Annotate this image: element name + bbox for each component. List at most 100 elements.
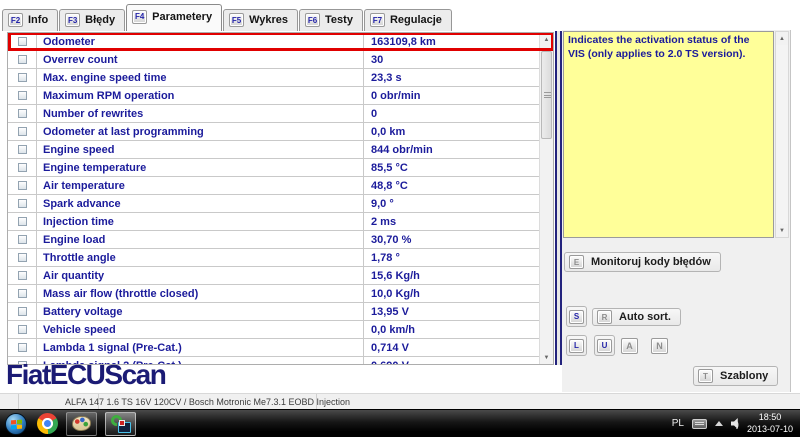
paint-taskbar-button[interactable] [66, 412, 97, 436]
table-row[interactable]: Mass air flow (throttle closed) 10,0 Kg/… [8, 285, 539, 303]
windows-logo-icon [11, 419, 22, 429]
row-checkbox[interactable] [18, 37, 27, 46]
tab-wykres[interactable]: F5 Wykres [223, 9, 298, 31]
tab-testy[interactable]: F6 Testy [299, 9, 363, 31]
row-checkbox[interactable] [18, 127, 27, 136]
parameter-value: 10,0 Kg/h [363, 285, 539, 302]
a-key-icon[interactable]: A [621, 338, 638, 354]
monitor-error-codes-button[interactable]: E Monitoruj kody błędów [564, 252, 721, 272]
info-scrollbar[interactable]: ▲ ▼ [775, 31, 789, 238]
info-scroll-down-icon[interactable]: ▼ [776, 224, 788, 237]
table-row[interactable]: Maximum RPM operation 0 obr/min [8, 87, 539, 105]
row-checkbox[interactable] [18, 109, 27, 118]
row-checkbox[interactable] [18, 73, 27, 82]
row-checkbox[interactable] [18, 235, 27, 244]
parameter-value: 30,70 % [363, 231, 539, 248]
table-scrollbar[interactable]: ▲ ▼ [539, 33, 553, 364]
parameter-value: 844 obr/min [363, 141, 539, 158]
row-checkbox-cell [8, 339, 36, 356]
row-checkbox[interactable] [18, 307, 27, 316]
table-row[interactable]: Air temperature 48,8 °C [8, 177, 539, 195]
row-checkbox[interactable] [18, 181, 27, 190]
monitor-error-codes-label: Monitoruj kody błędów [591, 256, 711, 268]
parameter-name: Lambda 1 signal (Pre-Cat.) [36, 339, 363, 356]
row-checkbox-cell [8, 105, 36, 122]
u-key-button[interactable]: U [594, 335, 615, 356]
row-checkbox[interactable] [18, 271, 27, 280]
row-checkbox[interactable] [18, 289, 27, 298]
parameter-value: 85,5 °C [363, 159, 539, 176]
fkey-icon: F6 [305, 13, 320, 27]
s-key-icon: S [569, 310, 584, 324]
info-scroll-up-icon[interactable]: ▲ [776, 32, 788, 45]
r-key-icon: R [597, 310, 612, 324]
parameter-table: Odometer 163109,8 km Overrev count 30 Ma… [7, 32, 554, 365]
templates-button[interactable]: T Szablony [693, 366, 778, 386]
parameter-name: Number of rewrites [36, 105, 363, 122]
start-button[interactable] [5, 413, 27, 435]
row-checkbox[interactable] [18, 91, 27, 100]
parameter-value: 0 [363, 105, 539, 122]
parameter-name: Max. engine speed time [36, 69, 363, 86]
keyboard-icon[interactable] [692, 419, 707, 429]
table-row[interactable]: Spark advance 9,0 ° [8, 195, 539, 213]
table-row[interactable]: Odometer 163109,8 km [8, 33, 539, 51]
table-row[interactable]: Injection time 2 ms [8, 213, 539, 231]
hidden-icons-arrow-icon[interactable] [715, 421, 723, 426]
table-row[interactable]: Overrev count 30 [8, 51, 539, 69]
table-row[interactable]: Max. engine speed time 23,3 s [8, 69, 539, 87]
row-checkbox[interactable] [18, 325, 27, 334]
fkey-icon: F7 [370, 13, 385, 27]
table-row[interactable]: Lambda 1 signal (Pre-Cat.) 0,714 V [8, 339, 539, 357]
l-key-icon: L [569, 339, 584, 353]
table-row[interactable]: Engine speed 844 obr/min [8, 141, 539, 159]
parameter-table-body: Odometer 163109,8 km Overrev count 30 Ma… [8, 33, 539, 365]
scrollbar-thumb[interactable] [541, 51, 552, 139]
tab-błędy[interactable]: F3 Błędy [59, 9, 125, 31]
scroll-up-icon[interactable]: ▲ [540, 33, 553, 46]
volume-control[interactable]: ) [731, 418, 739, 429]
table-row[interactable]: Battery voltage 13,95 V [8, 303, 539, 321]
row-checkbox-cell [8, 249, 36, 266]
table-row[interactable]: Vehicle speed 0,0 km/h [8, 321, 539, 339]
row-checkbox[interactable] [18, 199, 27, 208]
row-checkbox-cell [8, 159, 36, 176]
fiatecuscan-taskbar-button[interactable] [105, 412, 136, 436]
row-checkbox-cell [8, 285, 36, 302]
scroll-down-icon[interactable]: ▼ [540, 351, 553, 364]
status-cell-rest [317, 394, 800, 409]
taskbar-clock[interactable]: 18:50 2013-07-10 [747, 412, 793, 435]
table-row[interactable]: Number of rewrites 0 [8, 105, 539, 123]
row-checkbox-cell [8, 231, 36, 248]
row-checkbox[interactable] [18, 145, 27, 154]
parameter-description-box: Indicates the activation status of the V… [563, 31, 774, 238]
tab-parametery[interactable]: F4 Parametery [126, 4, 222, 31]
u-key-icon: U [597, 339, 612, 353]
n-key-icon[interactable]: N [651, 338, 668, 354]
tab-label: Testy [325, 14, 353, 26]
parameter-value: 0,0 km [363, 123, 539, 140]
row-checkbox[interactable] [18, 253, 27, 262]
row-checkbox[interactable] [18, 163, 27, 172]
row-checkbox[interactable] [18, 55, 27, 64]
speaker-icon [731, 418, 742, 429]
table-row[interactable]: Engine temperature 85,5 °C [8, 159, 539, 177]
tab-label: Regulacje [390, 14, 442, 26]
parameter-value: 2 ms [363, 213, 539, 230]
tab-info[interactable]: F2 Info [2, 9, 58, 31]
table-row[interactable]: Throttle angle 1,78 ° [8, 249, 539, 267]
panel-splitter[interactable] [555, 31, 562, 365]
table-row[interactable]: Air quantity 15,6 Kg/h [8, 267, 539, 285]
l-key-button[interactable]: L [566, 335, 587, 356]
table-row[interactable]: Odometer at last programming 0,0 km [8, 123, 539, 141]
parameter-value: 13,95 V [363, 303, 539, 320]
row-checkbox[interactable] [18, 217, 27, 226]
row-checkbox[interactable] [18, 343, 27, 352]
auto-sort-label: Auto sort. [619, 311, 671, 323]
language-indicator[interactable]: PL [672, 418, 684, 429]
s-key-button[interactable]: S [566, 306, 587, 327]
tab-regulacje[interactable]: F7 Regulacje [364, 9, 452, 31]
table-row[interactable]: Engine load 30,70 % [8, 231, 539, 249]
auto-sort-button[interactable]: R Auto sort. [592, 308, 681, 326]
chrome-icon[interactable] [37, 413, 58, 434]
